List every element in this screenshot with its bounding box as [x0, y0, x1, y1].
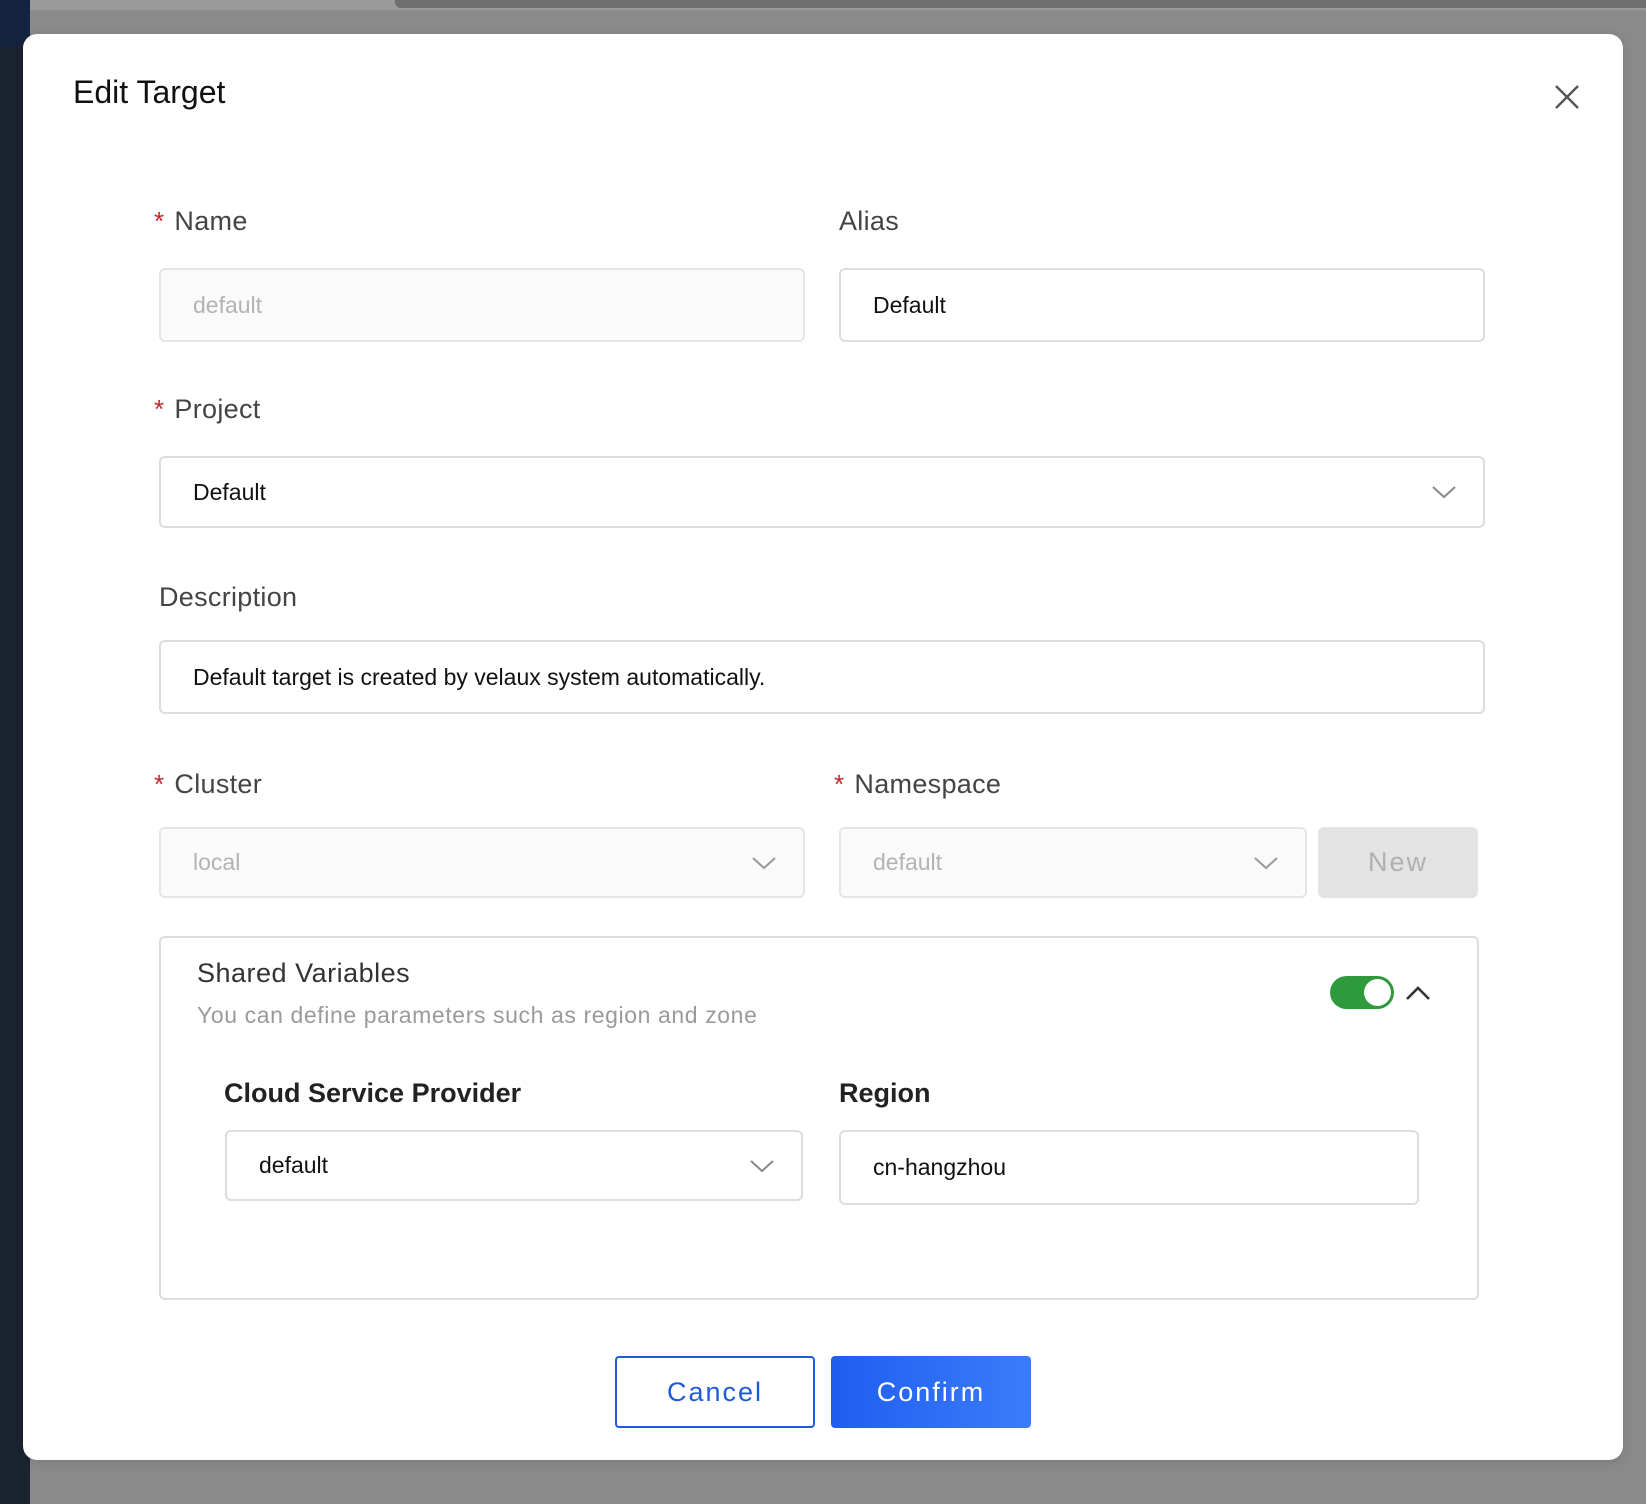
shared-variables-toggle[interactable] [1330, 976, 1394, 1009]
required-mark: * [154, 769, 165, 799]
collapse-button[interactable] [1403, 978, 1433, 1008]
namespace-label: * Namespace [834, 769, 1002, 799]
project-select[interactable]: Default [159, 456, 1485, 528]
chevron-down-icon [751, 855, 777, 871]
edit-target-modal: Edit Target * Name default Alias Default … [23, 34, 1623, 1460]
shared-variables-title: Shared Variables [197, 958, 411, 988]
required-mark: * [834, 769, 845, 799]
name-field[interactable]: default [159, 268, 805, 342]
new-namespace-button[interactable]: New [1318, 827, 1478, 898]
required-mark: * [154, 206, 165, 236]
shared-variables-subtitle: You can define parameters such as region… [197, 1002, 758, 1028]
region-label: Region [839, 1078, 931, 1108]
cloud-service-provider-label: Cloud Service Provider [224, 1078, 522, 1108]
chevron-down-icon [1431, 484, 1457, 500]
shared-variables-panel: Shared Variables You can define paramete… [159, 936, 1479, 1300]
required-mark: * [154, 394, 165, 424]
description-field[interactable]: Default target is created by velaux syst… [159, 640, 1485, 714]
toggle-knob [1364, 979, 1391, 1006]
close-button[interactable] [1546, 76, 1586, 116]
name-label: * Name [154, 206, 248, 236]
cluster-label: * Cluster [154, 769, 263, 799]
description-label: Description [159, 582, 298, 612]
region-field[interactable]: cn-hangzhou [839, 1130, 1419, 1205]
cluster-select[interactable]: local [159, 827, 805, 898]
modal-title: Edit Target [73, 74, 226, 110]
project-label: * Project [154, 394, 261, 424]
chevron-down-icon [1253, 855, 1279, 871]
chevron-up-icon [1406, 986, 1430, 1000]
cloud-service-provider-select[interactable]: default [225, 1130, 803, 1201]
confirm-button[interactable]: Confirm [831, 1356, 1031, 1428]
alias-field[interactable]: Default [839, 268, 1485, 342]
close-icon [1555, 85, 1579, 109]
cancel-button[interactable]: Cancel [615, 1356, 815, 1428]
background-header-overlay [395, 0, 1646, 8]
chevron-down-icon [749, 1158, 775, 1174]
namespace-select[interactable]: default [839, 827, 1307, 898]
alias-label: Alias [839, 206, 900, 236]
